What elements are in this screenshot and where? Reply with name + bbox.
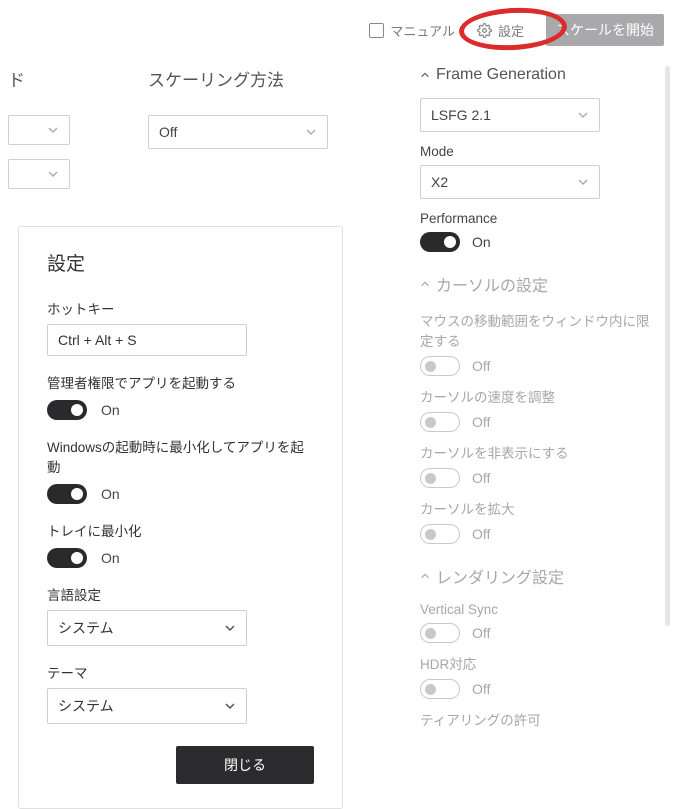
performance-toggle-row: On (420, 232, 660, 252)
chevron-down-icon (577, 176, 589, 188)
top-bar: マニュアル 設定 スケールを開始 (369, 14, 664, 46)
cursor-header[interactable]: カーソルの設定 (420, 272, 660, 296)
vsync-state: Off (472, 625, 490, 641)
cursor-hide-toggle[interactable] (420, 468, 460, 488)
cursor-hide-label: カーソルを非表示にする (420, 442, 660, 462)
gear-icon (477, 23, 492, 38)
rendering-title: レンダリング設定 (436, 564, 564, 588)
cursor-confine-row: Off (420, 356, 660, 376)
cursor-title: カーソルの設定 (436, 272, 548, 296)
cursor-confine-state: Off (472, 358, 490, 374)
cursor-hide-row: Off (420, 468, 660, 488)
startup-label: Windowsの起動時に最小化してアプリを起動 (47, 436, 314, 476)
dialog-title: 設定 (47, 249, 314, 276)
settings-button[interactable]: 設定 (469, 19, 532, 42)
tray-state: On (101, 550, 120, 566)
hdr-label: HDR対応 (420, 653, 660, 673)
chevron-down-icon (47, 124, 59, 136)
cursor-speed-state: Off (472, 414, 490, 430)
hdr-toggle[interactable] (420, 679, 460, 699)
chevron-down-icon (224, 622, 236, 634)
performance-label: Performance (420, 211, 660, 226)
col1-select-2[interactable] (8, 159, 70, 189)
admin-label: 管理者権限でアプリを起動する (47, 372, 314, 392)
column-right: Frame Generation LSFG 2.1 Mode X2 Perfor… (420, 66, 660, 735)
admin-toggle-row: On (47, 400, 314, 420)
vsync-toggle[interactable] (420, 623, 460, 643)
cursor-hide-state: Off (472, 470, 490, 486)
column-scaling: スケーリング方法 Off (148, 66, 418, 203)
cursor-speed-label: カーソルの速度を調整 (420, 386, 660, 406)
cursor-confine-toggle[interactable] (420, 356, 460, 376)
cursor-scale-toggle[interactable] (420, 524, 460, 544)
chevron-down-icon (577, 109, 589, 121)
manual-label: マニュアル (390, 21, 455, 40)
chevron-down-icon (305, 126, 317, 138)
frame-generation-title: Frame Generation (436, 66, 566, 84)
frame-generation-header[interactable]: Frame Generation (420, 66, 660, 84)
scrollbar[interactable] (665, 66, 670, 626)
cursor-confine-label: マウスの移動範囲をウィンドウ内に限定する (420, 310, 660, 350)
hotkey-input[interactable] (47, 324, 247, 356)
settings-label: 設定 (498, 21, 524, 40)
scaling-method-select[interactable]: Off (148, 115, 328, 149)
hotkey-label: ホットキー (47, 298, 314, 318)
performance-toggle[interactable] (420, 232, 460, 252)
theme-value: システム (58, 696, 114, 716)
language-value: システム (58, 618, 114, 638)
tearing-label: ティアリングの許可 (420, 709, 660, 729)
close-button[interactable]: 閉じる (176, 746, 314, 784)
main-columns: ド スケーリング方法 Off Frame Generation LSFG 2.1… (0, 66, 674, 203)
col1-select-1[interactable] (8, 115, 70, 145)
chevron-up-icon (420, 571, 430, 581)
cursor-scale-row: Off (420, 524, 660, 544)
scaling-title: スケーリング方法 (148, 66, 418, 91)
language-select[interactable]: システム (47, 610, 247, 646)
chevron-down-icon (47, 168, 59, 180)
settings-dialog: 設定 ホットキー 管理者権限でアプリを起動する On Windowsの起動時に最… (18, 226, 343, 809)
rendering-header[interactable]: レンダリング設定 (420, 564, 660, 588)
language-label: 言語設定 (47, 584, 314, 604)
startup-toggle-row: On (47, 484, 314, 504)
frame-gen-algo-select[interactable]: LSFG 2.1 (420, 98, 600, 132)
mode-select[interactable]: X2 (420, 165, 600, 199)
theme-label: テーマ (47, 662, 314, 682)
mode-value: X2 (431, 174, 448, 190)
scaling-method-value: Off (159, 124, 177, 140)
cursor-speed-row: Off (420, 412, 660, 432)
admin-state: On (101, 402, 120, 418)
vsync-label: Vertical Sync (420, 602, 660, 617)
checkbox-icon (369, 23, 384, 38)
tray-toggle[interactable] (47, 548, 87, 568)
rendering-section: レンダリング設定 Vertical Sync Off HDR対応 Off ティア… (420, 564, 660, 729)
theme-select[interactable]: システム (47, 688, 247, 724)
startup-toggle[interactable] (47, 484, 87, 504)
vsync-row: Off (420, 623, 660, 643)
cursor-scale-state: Off (472, 526, 490, 542)
manual-checkbox[interactable]: マニュアル (369, 21, 455, 40)
hdr-row: Off (420, 679, 660, 699)
start-scale-button[interactable]: スケールを開始 (546, 14, 664, 46)
chevron-down-icon (224, 700, 236, 712)
chevron-up-icon (420, 70, 430, 80)
frame-gen-algo-value: LSFG 2.1 (431, 107, 491, 123)
startup-state: On (101, 486, 120, 502)
chevron-up-icon (420, 279, 430, 289)
mode-label: Mode (420, 144, 660, 159)
admin-toggle[interactable] (47, 400, 87, 420)
cursor-speed-toggle[interactable] (420, 412, 460, 432)
tray-label: トレイに最小化 (47, 520, 314, 540)
cursor-section: カーソルの設定 マウスの移動範囲をウィンドウ内に限定する Off カーソルの速度… (420, 272, 660, 544)
cursor-scale-label: カーソルを拡大 (420, 498, 660, 518)
col1-title: ド (8, 66, 88, 91)
column-left: ド (8, 66, 88, 203)
tray-toggle-row: On (47, 548, 314, 568)
hdr-state: Off (472, 681, 490, 697)
performance-state: On (472, 234, 491, 250)
